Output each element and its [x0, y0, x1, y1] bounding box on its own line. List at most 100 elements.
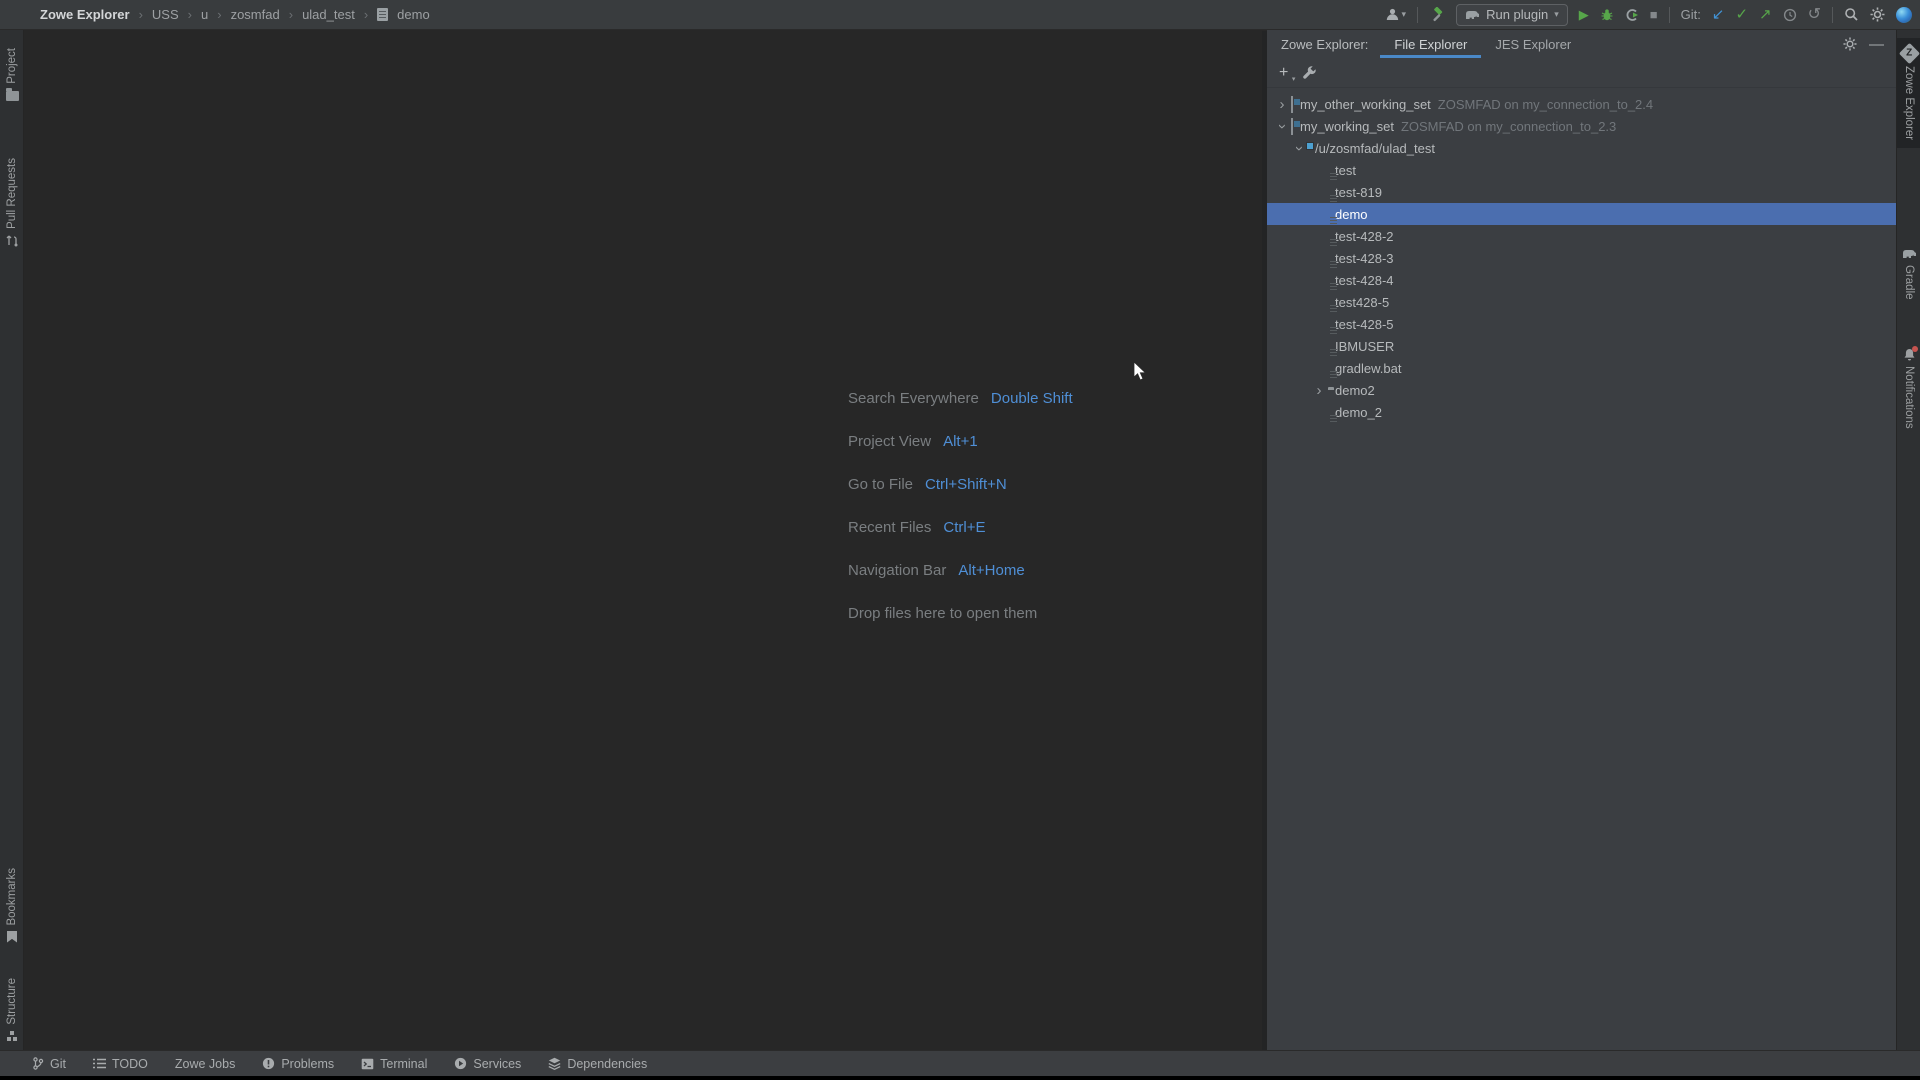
tree-row[interactable]: IBMUSER: [1267, 335, 1896, 357]
search-icon[interactable]: [1844, 7, 1859, 22]
statusbar-item-services[interactable]: Services: [454, 1057, 521, 1071]
commit-check-icon[interactable]: ✓: [1735, 7, 1748, 22]
breadcrumb-item[interactable]: zosmfad: [231, 7, 280, 22]
tree-row[interactable]: my_other_working_set ZOSMFAD on my_conne…: [1267, 93, 1896, 115]
stripe-label: Gradle: [1903, 265, 1915, 300]
tree-row[interactable]: test-819: [1267, 181, 1896, 203]
statusbar-label: Services: [473, 1057, 521, 1071]
history-clock-icon[interactable]: [1783, 8, 1797, 22]
statusbar-item-problems[interactable]: Problems: [262, 1057, 334, 1071]
tree-item-name: my_working_set: [1300, 119, 1394, 134]
tree-row[interactable]: test-428-2: [1267, 225, 1896, 247]
settings-gear-icon[interactable]: [1843, 37, 1857, 51]
notification-dot: [1912, 346, 1918, 352]
tree-item-name: demo_2: [1335, 405, 1382, 420]
statusbar-label: Zowe Jobs: [175, 1057, 235, 1071]
tree-row[interactable]: demo_2: [1267, 401, 1896, 423]
tab-file-explorer[interactable]: File Explorer: [1380, 30, 1481, 58]
user-account-icon[interactable]: ▾: [1385, 7, 1407, 22]
breadcrumb-separator-icon: ›: [139, 7, 143, 22]
stripe-label: Zowe Explorer: [1903, 66, 1915, 140]
tree-item-suffix: ZOSMFAD on my_connection_to_2.3: [1401, 119, 1616, 134]
chevron-expanded-icon[interactable]: [1273, 119, 1291, 134]
hide-minimize-icon[interactable]: —: [1869, 37, 1884, 52]
breadcrumb: Zowe Explorer › USS › u › zosmfad › ulad…: [0, 7, 430, 22]
statusbar-item-todo[interactable]: TODO: [93, 1057, 148, 1071]
title-bar: Zowe Explorer › USS › u › zosmfad › ulad…: [0, 0, 1920, 30]
statusbar-item-dependencies[interactable]: Dependencies: [548, 1057, 647, 1071]
panel-title: Zowe Explorer:: [1267, 37, 1380, 52]
breadcrumb-item[interactable]: ulad_test: [302, 7, 355, 22]
add-icon[interactable]: + ▾: [1279, 65, 1288, 81]
tree-item-name: /u/zosmfad/ulad_test: [1315, 141, 1435, 156]
sidebar-item-zowe-explorer[interactable]: Z Zowe Explorer: [1897, 38, 1920, 148]
statusbar-item-terminal[interactable]: Terminal: [361, 1057, 427, 1071]
sidebar-item-gradle[interactable]: Gradle: [1897, 248, 1920, 300]
zowe-explorer-panel: Zowe Explorer: File Explorer JES Explore…: [1267, 30, 1896, 1050]
breadcrumb-item[interactable]: demo: [397, 7, 430, 22]
tree-item-name: gradlew.bat: [1335, 361, 1402, 376]
problems-icon: [262, 1057, 275, 1070]
tab-jes-explorer[interactable]: JES Explorer: [1481, 30, 1585, 58]
shortcut-keys: Alt+Home: [958, 562, 1024, 579]
debug-bug-icon[interactable]: [1600, 8, 1614, 22]
shortcut-action: Project View: [848, 433, 931, 450]
update-project-icon[interactable]: ↙: [1712, 7, 1725, 22]
wrench-icon[interactable]: [1302, 65, 1317, 80]
shortcut-action: Navigation Bar: [848, 562, 946, 579]
tree-row-selected[interactable]: demo: [1267, 203, 1896, 225]
run-plugin-label: Run plugin: [1486, 7, 1548, 22]
tree-item-name: demo: [1335, 207, 1368, 222]
statusbar-label: Problems: [281, 1057, 334, 1071]
tree-row[interactable]: /u/zosmfad/ulad_test: [1267, 137, 1896, 159]
working-set-icon: [1291, 118, 1293, 135]
sidebar-item-pull-requests[interactable]: Pull Requests: [0, 158, 24, 247]
breadcrumb-separator-icon: ›: [217, 7, 221, 22]
push-icon[interactable]: ↗: [1759, 7, 1772, 22]
editor-empty-area: Search EverywhereDouble Shift Project Vi…: [25, 31, 1262, 1050]
stripe-label: Structure: [6, 978, 18, 1025]
sidebar-item-structure[interactable]: Structure: [0, 978, 24, 1042]
stripe-label: Project: [6, 48, 18, 84]
tree-item-name: test: [1335, 163, 1356, 178]
profiler-icon[interactable]: [1625, 8, 1639, 22]
breadcrumb-separator-icon: ›: [364, 7, 368, 22]
breadcrumb-item[interactable]: Zowe Explorer: [40, 7, 130, 22]
todo-list-icon: [93, 1058, 106, 1069]
chevron-collapsed-icon[interactable]: [1310, 383, 1328, 398]
tree-row[interactable]: test-428-5: [1267, 313, 1896, 335]
play-icon[interactable]: ▶: [1579, 8, 1589, 21]
chevron-collapsed-icon[interactable]: [1273, 97, 1291, 112]
panel-toolbar: + ▾: [1267, 58, 1896, 88]
tree-row[interactable]: test: [1267, 159, 1896, 181]
rollback-icon[interactable]: ↺: [1808, 7, 1821, 23]
tree-row[interactable]: test428-5: [1267, 291, 1896, 313]
statusbar-label: Dependencies: [567, 1057, 647, 1071]
statusbar-label: TODO: [112, 1057, 148, 1071]
left-tool-stripe: Project Pull Requests Bookmarks Structur…: [0, 30, 24, 1050]
tree-row[interactable]: test-428-3: [1267, 247, 1896, 269]
tree-row[interactable]: gradlew.bat: [1267, 357, 1896, 379]
services-icon: [454, 1057, 467, 1070]
dependencies-icon: [548, 1057, 561, 1070]
statusbar-item-git[interactable]: Git: [32, 1057, 66, 1071]
statusbar-item-zowe-jobs[interactable]: Zowe Jobs: [175, 1057, 235, 1071]
gradient-sphere-icon[interactable]: [1896, 7, 1912, 23]
run-plugin-dropdown[interactable]: Run plugin ▾: [1456, 4, 1568, 26]
tree-row[interactable]: test-428-4: [1267, 269, 1896, 291]
breadcrumb-item[interactable]: u: [201, 7, 208, 22]
stop-icon[interactable]: ■: [1650, 8, 1658, 21]
sidebar-item-project[interactable]: Project: [0, 48, 24, 101]
mouse-cursor: [1133, 362, 1151, 382]
git-label: Git:: [1681, 7, 1701, 22]
pull-request-icon: [6, 234, 19, 247]
sidebar-item-notifications[interactable]: Notifications: [1897, 348, 1920, 429]
working-set-icon: [1291, 96, 1293, 113]
sidebar-item-bookmarks[interactable]: Bookmarks: [0, 868, 24, 943]
hammer-icon[interactable]: [1429, 7, 1445, 23]
breadcrumb-item[interactable]: USS: [152, 7, 179, 22]
stripe-label: Bookmarks: [6, 868, 18, 926]
settings-gear-icon[interactable]: [1870, 7, 1885, 22]
tree-row[interactable]: my_working_set ZOSMFAD on my_connection_…: [1267, 115, 1896, 137]
tree-row[interactable]: demo2: [1267, 379, 1896, 401]
